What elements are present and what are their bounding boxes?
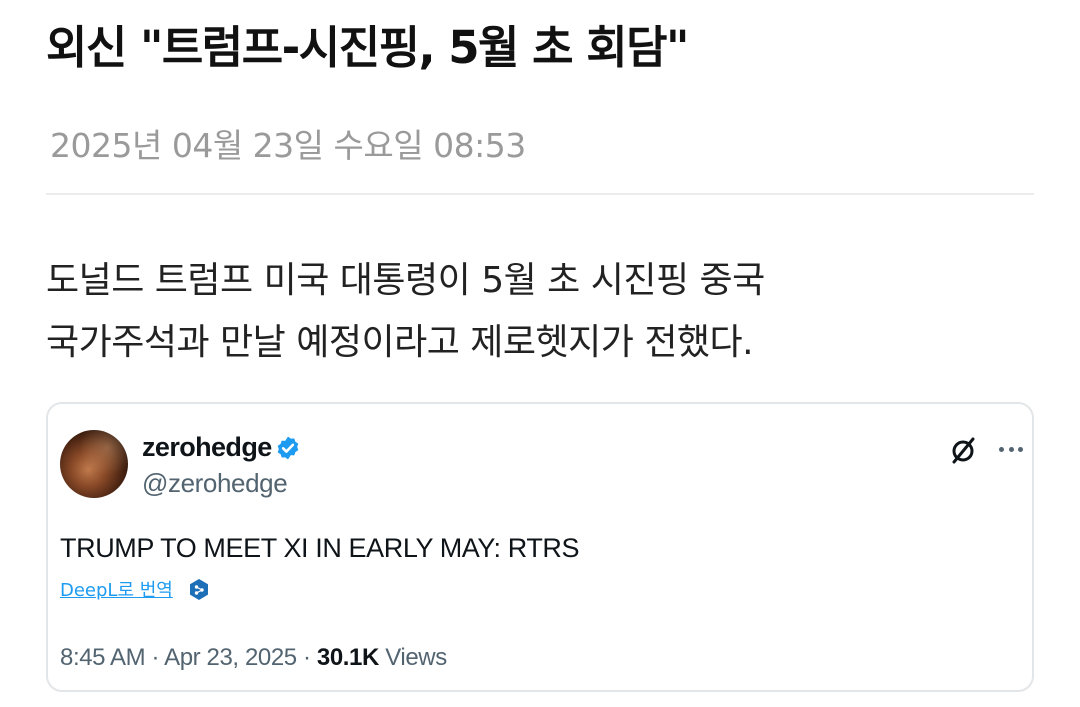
meta-separator: · [151,644,160,671]
divider [46,193,1034,195]
embedded-tweet[interactable]: zerohedge @zerohedge TRUMP TO MEET XI IN… [46,402,1034,692]
tweet-text: TRUMP TO MEET XI IN EARLY MAY: RTRS [60,533,580,563]
x-logo-icon[interactable] [948,434,980,466]
views-count: 30.1K [316,644,379,671]
article-body-line: 도널드 트럼프 미국 대통령이 5월 초 시진핑 중국 [46,260,765,301]
avatar[interactable] [60,430,128,498]
tweet-date[interactable]: Apr 23, 2025 [164,644,297,671]
article-headline: 외신 "트럼프-시진핑, 5월 초 회담" [46,21,689,74]
tweet-handle[interactable]: @zerohedge [142,466,288,500]
verified-badge-icon [277,436,299,460]
tweet-meta: 8:45 AM · Apr 23, 2025 · 30.1K Views [60,642,447,674]
tweet-time[interactable]: 8:45 AM [60,644,146,671]
tweet-display-name[interactable]: zerohedge [142,430,272,464]
views-label: Views [385,644,447,671]
more-options-icon[interactable] [996,434,1026,464]
deepl-icon[interactable] [188,578,210,602]
article-body: 도널드 트럼프 미국 대통령이 5월 초 시진핑 중국 국가주석과 만날 예정이… [46,250,1036,374]
article-body-line: 국가주석과 만날 예정이라고 제로헷지가 전했다. [46,322,754,363]
article-dateline: 2025년 04월 23일 수요일 08:53 [50,126,526,165]
translate-link[interactable]: DeepL로 번역 [60,578,173,604]
meta-separator: · [303,644,311,671]
